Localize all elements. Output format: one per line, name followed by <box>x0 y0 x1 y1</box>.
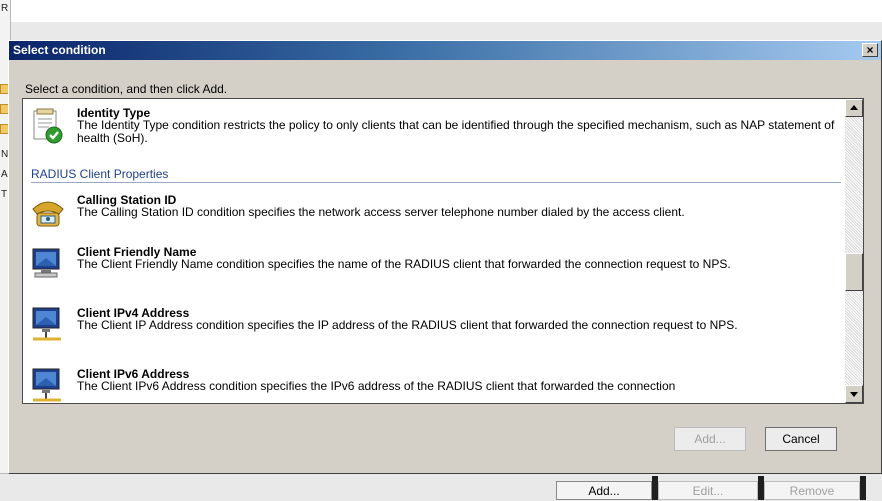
arrow-up-icon <box>850 105 858 110</box>
vertical-scrollbar[interactable] <box>845 99 863 403</box>
network-computer-icon <box>32 307 61 341</box>
computer-icon <box>32 248 60 278</box>
telephone-icon <box>32 201 64 227</box>
item-description: The Calling Station ID condition specifi… <box>77 205 685 219</box>
background-add-button[interactable]: Add... <box>556 481 652 500</box>
background-divider <box>860 476 866 500</box>
background-text-field <box>10 0 882 23</box>
cancel-button[interactable]: Cancel <box>765 427 837 451</box>
list-item-client-ipv6-address[interactable]: Client IPv6 Address The Client IPv6 Addr… <box>23 367 843 403</box>
background-tree-char: R <box>1 3 9 14</box>
close-icon: × <box>866 43 874 57</box>
item-description: The Client IPv6 Address condition specif… <box>77 379 676 393</box>
list-item-calling-station-id[interactable]: Calling Station ID The Calling Station I… <box>23 193 843 233</box>
close-button[interactable]: × <box>862 43 878 57</box>
group-divider <box>31 182 841 183</box>
document-check-icon <box>33 108 63 144</box>
item-description: The Identity Type condition restricts th… <box>77 118 835 145</box>
scroll-up-button[interactable] <box>845 99 863 117</box>
condition-list[interactable]: Identity Type The Identity Type conditio… <box>22 98 864 404</box>
scroll-down-button[interactable] <box>845 385 863 403</box>
background-remove-button[interactable]: Remove <box>764 481 860 500</box>
list-item-client-friendly-name[interactable]: Client Friendly Name The Client Friendly… <box>23 245 843 291</box>
scroll-thumb[interactable] <box>845 253 863 291</box>
network-computer-icon <box>32 368 61 402</box>
instruction-text: Select a condition, and then click Add. <box>25 82 228 96</box>
background-tree-char: T <box>1 189 8 200</box>
background-tree-char: A <box>1 169 8 180</box>
group-header: RADIUS Client Properties <box>31 167 169 181</box>
background-edit-button[interactable]: Edit... <box>658 481 758 500</box>
add-button[interactable]: Add... <box>674 427 746 451</box>
item-description: The Client IP Address condition specifie… <box>77 318 738 332</box>
list-item-client-ipv4-address[interactable]: Client IPv4 Address The Client IP Addres… <box>23 306 843 352</box>
background-panel <box>10 22 882 40</box>
list-item-identity-type[interactable]: Identity Type The Identity Type conditio… <box>23 106 843 152</box>
dialog-titlebar[interactable]: Select condition × <box>9 41 881 60</box>
arrow-down-icon <box>850 392 858 397</box>
item-description: The Client Friendly Name condition speci… <box>77 257 731 271</box>
dialog-title: Select condition <box>13 43 106 57</box>
